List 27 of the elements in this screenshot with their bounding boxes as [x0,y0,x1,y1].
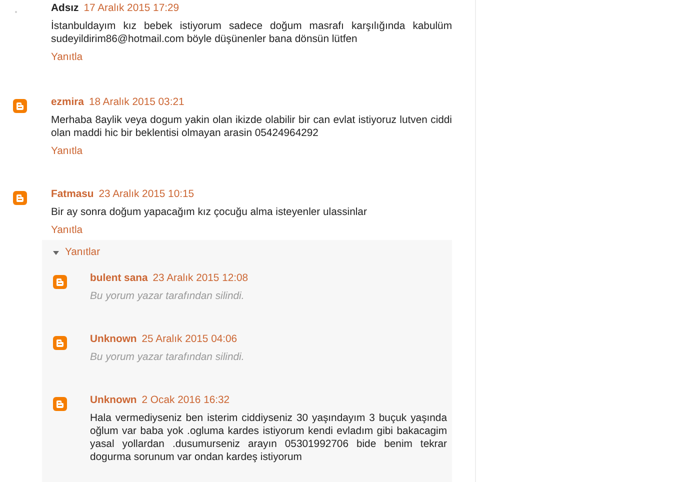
deleted-notice: Bu yorum yazar tarafından silindi. [90,351,246,364]
reply-author[interactable]: bulent sana [90,272,148,285]
comment-author[interactable]: ezmira [51,96,84,109]
comment-date[interactable]: 23 Aralık 2015 10:15 [98,188,194,201]
blogger-icon [53,336,67,350]
reply-link[interactable]: Yanıtla [51,145,83,158]
reply-author[interactable]: Unknown [90,394,137,407]
reply-link[interactable]: Yanıtla [51,224,83,237]
reply-date[interactable]: 25 Aralık 2015 04:06 [142,333,238,346]
reply-link[interactable]: Yanıtla [51,51,83,64]
blogger-icon [13,191,27,205]
reply-date[interactable]: 2 Ocak 2016 16:32 [142,394,230,407]
blogger-icon [53,275,67,289]
comment-date[interactable]: 17 Aralık 2015 17:29 [84,2,180,15]
comment-text: Merhaba 8aylik veya dogum yakin olan ikizde olabilir bir can evlat istiyoruz lutven ciddi olan maddi hic bir beklentisi olmayan arasin 05424964292 [51,114,452,140]
reply-date[interactable]: 23 Aralık 2015 12:08 [152,272,248,285]
comment-date[interactable]: 18 Aralık 2015 03:21 [88,96,184,109]
reply-author[interactable]: Unknown [90,333,137,346]
blogger-icon [53,397,67,411]
comment-text: Bir ay sonra doğum yapacağım kız çocuğu alma isteyenler ulassinlar [51,206,368,219]
replies-toggle[interactable]: Yanıtlar [53,246,452,259]
comment-text: İstanbuldayım kız bebek istiyorum sadece doğum masrafı karşılığında kabulüm sudeyildirim86@hotmail.com böyle düşünenler bana dönsün lütfen [51,20,452,46]
reply-text: Hala vermediyseniz ben isterim ciddiyseniz 30 yaşındayım 3 buçuk yaşında oğlum var baba yok .ogluma kardes istiyorum kendi evladım gibi bakacagim yasal yollardan .dusumurseniz arayın 05301992706 bide benim tekrar dogurma sorunum var ondan kardeş istiyorum [90,412,447,464]
comment-author[interactable]: Adsız [51,2,79,15]
deleted-notice: Bu yorum yazar tarafından silindi. [90,290,246,303]
comment-author[interactable]: Fatmasu [51,188,94,201]
blogger-icon [13,99,27,113]
